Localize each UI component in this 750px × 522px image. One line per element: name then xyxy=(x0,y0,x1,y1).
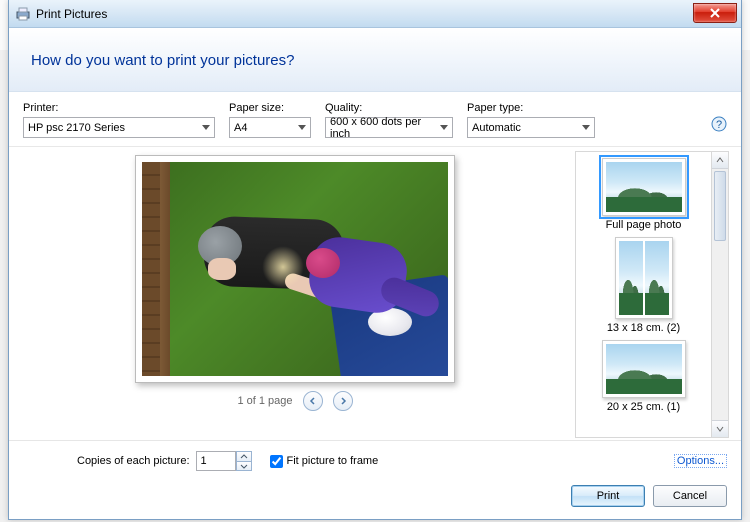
quality-select[interactable]: 600 x 600 dots per inch xyxy=(325,117,453,138)
printer-select-value: HP psc 2170 Series xyxy=(28,122,125,134)
layouts-pane: Full page photo 13 x 18 cm. (2) 20 x 25 cm… xyxy=(575,151,729,438)
preview-pane: 1 of 1 page xyxy=(21,151,569,438)
page-count-text: 1 of 1 page xyxy=(237,395,292,407)
layout-option[interactable]: Full page photo xyxy=(580,158,707,231)
print-pictures-dialog: Print Pictures How do you want to print … xyxy=(8,0,742,520)
quality-label: Quality: xyxy=(325,102,453,114)
copies-label: Copies of each picture: xyxy=(77,455,190,467)
copies-input[interactable] xyxy=(196,451,236,471)
chevron-right-icon xyxy=(339,397,347,405)
layout-thumbnail xyxy=(602,158,686,216)
landscape-icon xyxy=(619,241,643,315)
landscape-icon xyxy=(645,241,669,315)
header-band: How do you want to print your pictures? xyxy=(9,28,741,92)
landscape-icon xyxy=(606,344,682,394)
titlebar[interactable]: Print Pictures xyxy=(9,0,741,28)
scroll-track[interactable] xyxy=(712,169,728,420)
printer-icon xyxy=(15,6,31,22)
chevron-left-icon xyxy=(309,397,317,405)
copies-spinner[interactable] xyxy=(196,451,252,471)
layouts-list[interactable]: Full page photo 13 x 18 cm. (2) 20 x 25 cm… xyxy=(575,151,712,438)
quality-select-value: 600 x 600 dots per inch xyxy=(330,116,434,140)
cancel-button[interactable]: Cancel xyxy=(653,485,727,507)
photo-preview xyxy=(142,162,448,376)
paper-type-select[interactable]: Automatic xyxy=(467,117,595,138)
printer-select[interactable]: HP psc 2170 Series xyxy=(23,117,215,138)
paper-size-select-value: A4 xyxy=(234,122,247,134)
paper-type-select-value: Automatic xyxy=(472,122,521,134)
print-controls-row: Printer: HP psc 2170 Series Paper size: … xyxy=(9,92,741,147)
layout-label: 20 x 25 cm. (1) xyxy=(607,401,680,413)
layouts-scrollbar[interactable] xyxy=(712,151,729,438)
chevron-up-icon xyxy=(716,157,724,163)
layout-label: 13 x 18 cm. (2) xyxy=(607,322,680,334)
help-icon[interactable]: ? xyxy=(711,116,727,132)
prev-page-button[interactable] xyxy=(303,391,323,411)
scroll-up-button[interactable] xyxy=(712,152,728,169)
fit-picture-label[interactable]: Fit picture to frame xyxy=(287,455,379,467)
landscape-icon xyxy=(606,162,682,212)
close-button[interactable] xyxy=(693,3,737,23)
scroll-thumb[interactable] xyxy=(714,171,726,241)
svg-text:?: ? xyxy=(716,119,722,131)
next-page-button[interactable] xyxy=(333,391,353,411)
chevron-down-icon xyxy=(240,464,248,469)
layout-thumbnail xyxy=(602,340,686,398)
chevron-up-icon xyxy=(240,454,248,459)
chevron-down-icon xyxy=(716,426,724,432)
printer-label: Printer: xyxy=(23,102,215,114)
paper-type-label: Paper type: xyxy=(467,102,595,114)
copies-down-button[interactable] xyxy=(236,461,252,471)
layout-label: Full page photo xyxy=(606,219,682,231)
scroll-down-button[interactable] xyxy=(712,420,728,437)
options-link[interactable]: Options... xyxy=(674,454,727,468)
print-button[interactable]: Print xyxy=(571,485,645,507)
fit-picture-checkbox[interactable] xyxy=(270,455,283,468)
paper-size-label: Paper size: xyxy=(229,102,311,114)
layout-thumbnail xyxy=(615,237,673,319)
layout-option[interactable]: 13 x 18 cm. (2) xyxy=(580,237,707,334)
window-title: Print Pictures xyxy=(36,7,107,21)
paper-size-select[interactable]: A4 xyxy=(229,117,311,138)
page-heading: How do you want to print your pictures? xyxy=(31,52,719,69)
copies-up-button[interactable] xyxy=(236,451,252,461)
layout-option[interactable]: 20 x 25 cm. (1) xyxy=(580,340,707,413)
page-preview xyxy=(135,155,455,383)
close-icon xyxy=(709,8,721,18)
